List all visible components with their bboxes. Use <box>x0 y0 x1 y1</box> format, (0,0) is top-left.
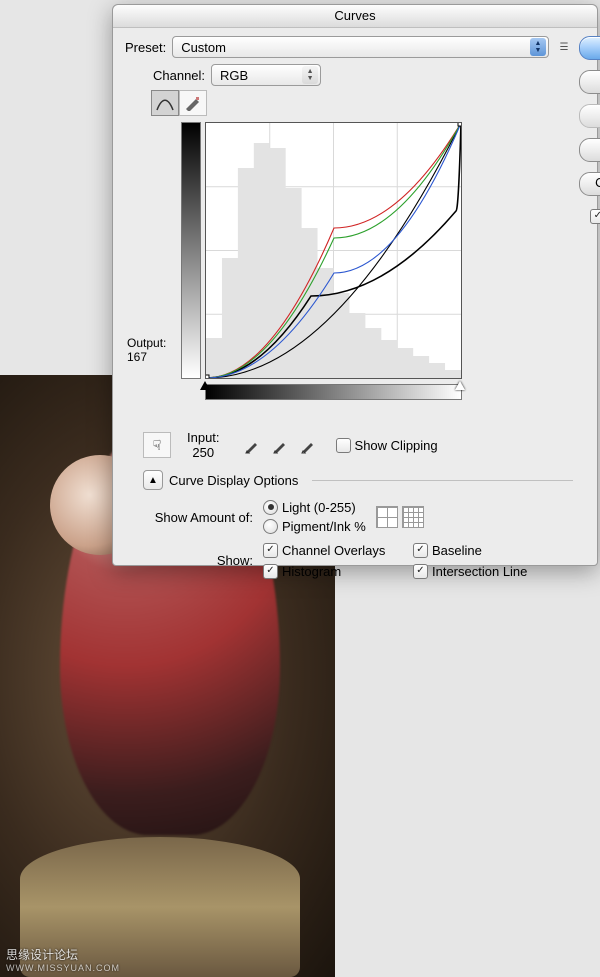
disclosure-label: Curve Display Options <box>169 473 298 488</box>
curve-point-tool[interactable] <box>151 90 179 116</box>
output-label: Output: <box>127 336 181 350</box>
histogram-checkbox[interactable]: ✓Histogram <box>263 564 413 579</box>
show-clipping-checkbox[interactable]: Show Clipping <box>336 438 438 453</box>
checkbox-icon <box>336 438 351 453</box>
options-button[interactable]: Options... <box>579 172 600 196</box>
input-label: Input: <box>187 430 220 445</box>
input-ramp <box>205 384 462 400</box>
preset-dropdown[interactable]: Custom ▲▼ <box>172 36 549 58</box>
radio-icon <box>263 519 278 534</box>
pigment-radio[interactable]: Pigment/Ink % <box>263 519 366 534</box>
auto-button[interactable]: Auto <box>579 138 600 162</box>
light-radio[interactable]: Light (0-255) <box>263 500 356 515</box>
output-ramp <box>181 122 201 379</box>
ok-button[interactable]: OK <box>579 36 600 60</box>
watermark: 思缘设计论坛 WWW.MISSYUAN.COM <box>6 946 120 973</box>
curve-pencil-tool[interactable] <box>179 90 207 116</box>
dropdown-arrows-icon: ▲▼ <box>530 38 546 56</box>
preset-label: Preset: <box>125 40 166 55</box>
on-image-adjust-tool[interactable]: ☟ <box>143 432 171 458</box>
gray-point-eyedropper[interactable] <box>270 434 292 456</box>
cancel-button[interactable]: Cancel <box>579 70 600 94</box>
show-label: Show: <box>143 553 263 568</box>
smooth-button[interactable]: Smooth <box>579 104 600 128</box>
show-amount-label: Show Amount of: <box>143 510 263 525</box>
channel-label: Channel: <box>153 68 205 83</box>
output-value: 167 <box>127 350 181 364</box>
fine-grid-button[interactable] <box>402 506 424 528</box>
channel-dropdown[interactable]: RGB ▲▼ <box>211 64 321 86</box>
preset-menu-icon[interactable]: ☰ <box>555 39 573 55</box>
black-point-slider[interactable] <box>200 381 210 390</box>
radio-selected-icon <box>263 500 278 515</box>
black-point-eyedropper[interactable] <box>242 434 264 456</box>
white-point-eyedropper[interactable] <box>298 434 320 456</box>
curve-display-disclosure[interactable]: ▲ <box>143 470 163 490</box>
preview-checkbox[interactable]: ✓ Preview <box>590 209 600 224</box>
dialog-title: Curves <box>113 5 597 28</box>
dropdown-arrows-icon: ▲▼ <box>302 66 318 84</box>
curves-graph[interactable]: Output: 167 <box>127 122 477 422</box>
white-point-slider[interactable] <box>455 381 465 390</box>
channel-overlays-checkbox[interactable]: ✓Channel Overlays <box>263 543 413 558</box>
curves-dialog: Curves Preset: Custom ▲▼ ☰ Channel: RGB … <box>112 4 598 566</box>
baseline-checkbox[interactable]: ✓Baseline <box>413 543 573 558</box>
intersection-line-checkbox[interactable]: ✓Intersection Line <box>413 564 573 579</box>
input-value: 250 <box>187 445 220 460</box>
coarse-grid-button[interactable] <box>376 506 398 528</box>
